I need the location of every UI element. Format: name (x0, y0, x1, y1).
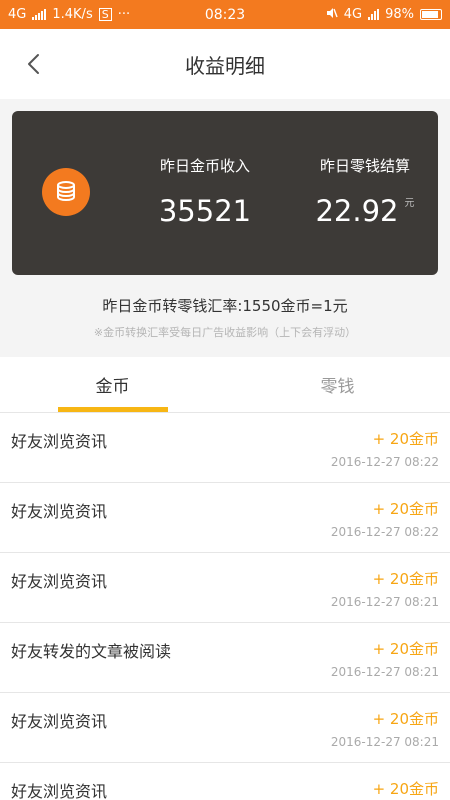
records-list: 好友浏览资讯 + 20金币 2016-12-27 08:22 好友浏览资讯 + … (0, 413, 450, 800)
summary-card: 昨日金币收入 35521 昨日零钱结算 22.92 元 (12, 111, 438, 275)
status-right: 4G 98% (326, 7, 442, 23)
tab-gold[interactable]: 金币 (0, 357, 225, 412)
battery-percent: 98% (385, 7, 414, 22)
tab-gold-label: 金币 (95, 377, 130, 397)
page-title: 收益明细 (185, 53, 265, 78)
active-tab-indicator (58, 407, 168, 412)
record-time: 2016-12-27 08:21 (330, 665, 439, 679)
cash-settlement-stat: 昨日零钱结算 22.92 元 (300, 155, 430, 228)
gold-income-label: 昨日金币收入 (159, 157, 250, 175)
record-title: 好友浏览资讯 (11, 712, 108, 731)
list-item: 好友浏览资讯 + 20金币 2016-12-27 08:22 (0, 413, 450, 483)
tab-cash[interactable]: 零钱 (225, 357, 450, 412)
list-item: 好友浏览资讯 + 20金币 2016-12-27 08:21 (0, 553, 450, 623)
record-amount: + 20金币 (372, 500, 439, 518)
network-label: 4G (8, 7, 27, 22)
cash-settlement-label: 昨日零钱结算 (319, 157, 410, 175)
record-amount: + 20金币 (372, 570, 439, 588)
cash-settlement-value-wrap: 22.92 元 (300, 194, 430, 228)
cash-unit: 元 (404, 198, 415, 209)
back-button[interactable] (18, 49, 48, 79)
record-time: 2016-12-27 08:22 (330, 525, 439, 539)
gold-income-stat: 昨日金币收入 35521 (145, 155, 265, 228)
chevron-left-icon (28, 54, 39, 74)
signal-icon-right (368, 9, 380, 20)
network-speed: 1.4K/s (52, 7, 93, 22)
status-bar: 4G 1.4K/s S ··· 08:23 4G 98% (0, 0, 450, 29)
nav-bar: 收益明细 (0, 29, 450, 99)
signal-icon (32, 9, 47, 20)
record-amount: + 20金币 (372, 640, 439, 658)
record-title: 好友浏览资讯 (11, 502, 108, 521)
record-amount: + 20金币 (372, 780, 439, 798)
record-time: 2016-12-27 08:21 (330, 735, 439, 749)
coin-stack-icon (42, 168, 90, 216)
exchange-rate-note: ※金币转换汇率受每日广告收益影响（上下会有浮动） (93, 326, 357, 339)
record-title: 好友浏览资讯 (11, 572, 108, 591)
gold-income-value: 35521 (158, 194, 252, 228)
record-title: 好友转发的文章被阅读 (11, 642, 172, 661)
list-item: 好友浏览资讯 + 20金币 2016-12-27 08:21 (0, 693, 450, 763)
list-item: 好友浏览资讯 + 20金币 (0, 763, 450, 800)
cash-settlement-value: 22.92 (315, 194, 399, 228)
list-item: 好友浏览资讯 + 20金币 2016-12-27 08:22 (0, 483, 450, 553)
battery-icon (420, 9, 442, 20)
mute-icon (326, 7, 338, 23)
record-amount: + 20金币 (372, 710, 439, 728)
summary-section: 昨日金币收入 35521 昨日零钱结算 22.92 元 昨日金币转零钱汇率:155… (0, 99, 450, 357)
app-notification-icon: S (98, 8, 112, 21)
tab-bar: 金币 零钱 (0, 357, 450, 413)
record-amount: + 20金币 (372, 430, 439, 448)
list-item: 好友转发的文章被阅读 + 20金币 2016-12-27 08:21 (0, 623, 450, 693)
network-label-right: 4G (343, 7, 363, 22)
more-notifications-icon: ··· (117, 7, 131, 22)
status-left: 4G 1.4K/s S ··· (8, 7, 130, 22)
tab-cash-label: 零钱 (320, 377, 355, 397)
record-title: 好友浏览资讯 (11, 782, 108, 800)
exchange-rate-text: 昨日金币转零钱汇率:1550金币=1元 (102, 297, 348, 315)
record-time: 2016-12-27 08:21 (330, 595, 439, 609)
record-title: 好友浏览资讯 (11, 432, 108, 451)
record-time: 2016-12-27 08:22 (330, 455, 439, 469)
